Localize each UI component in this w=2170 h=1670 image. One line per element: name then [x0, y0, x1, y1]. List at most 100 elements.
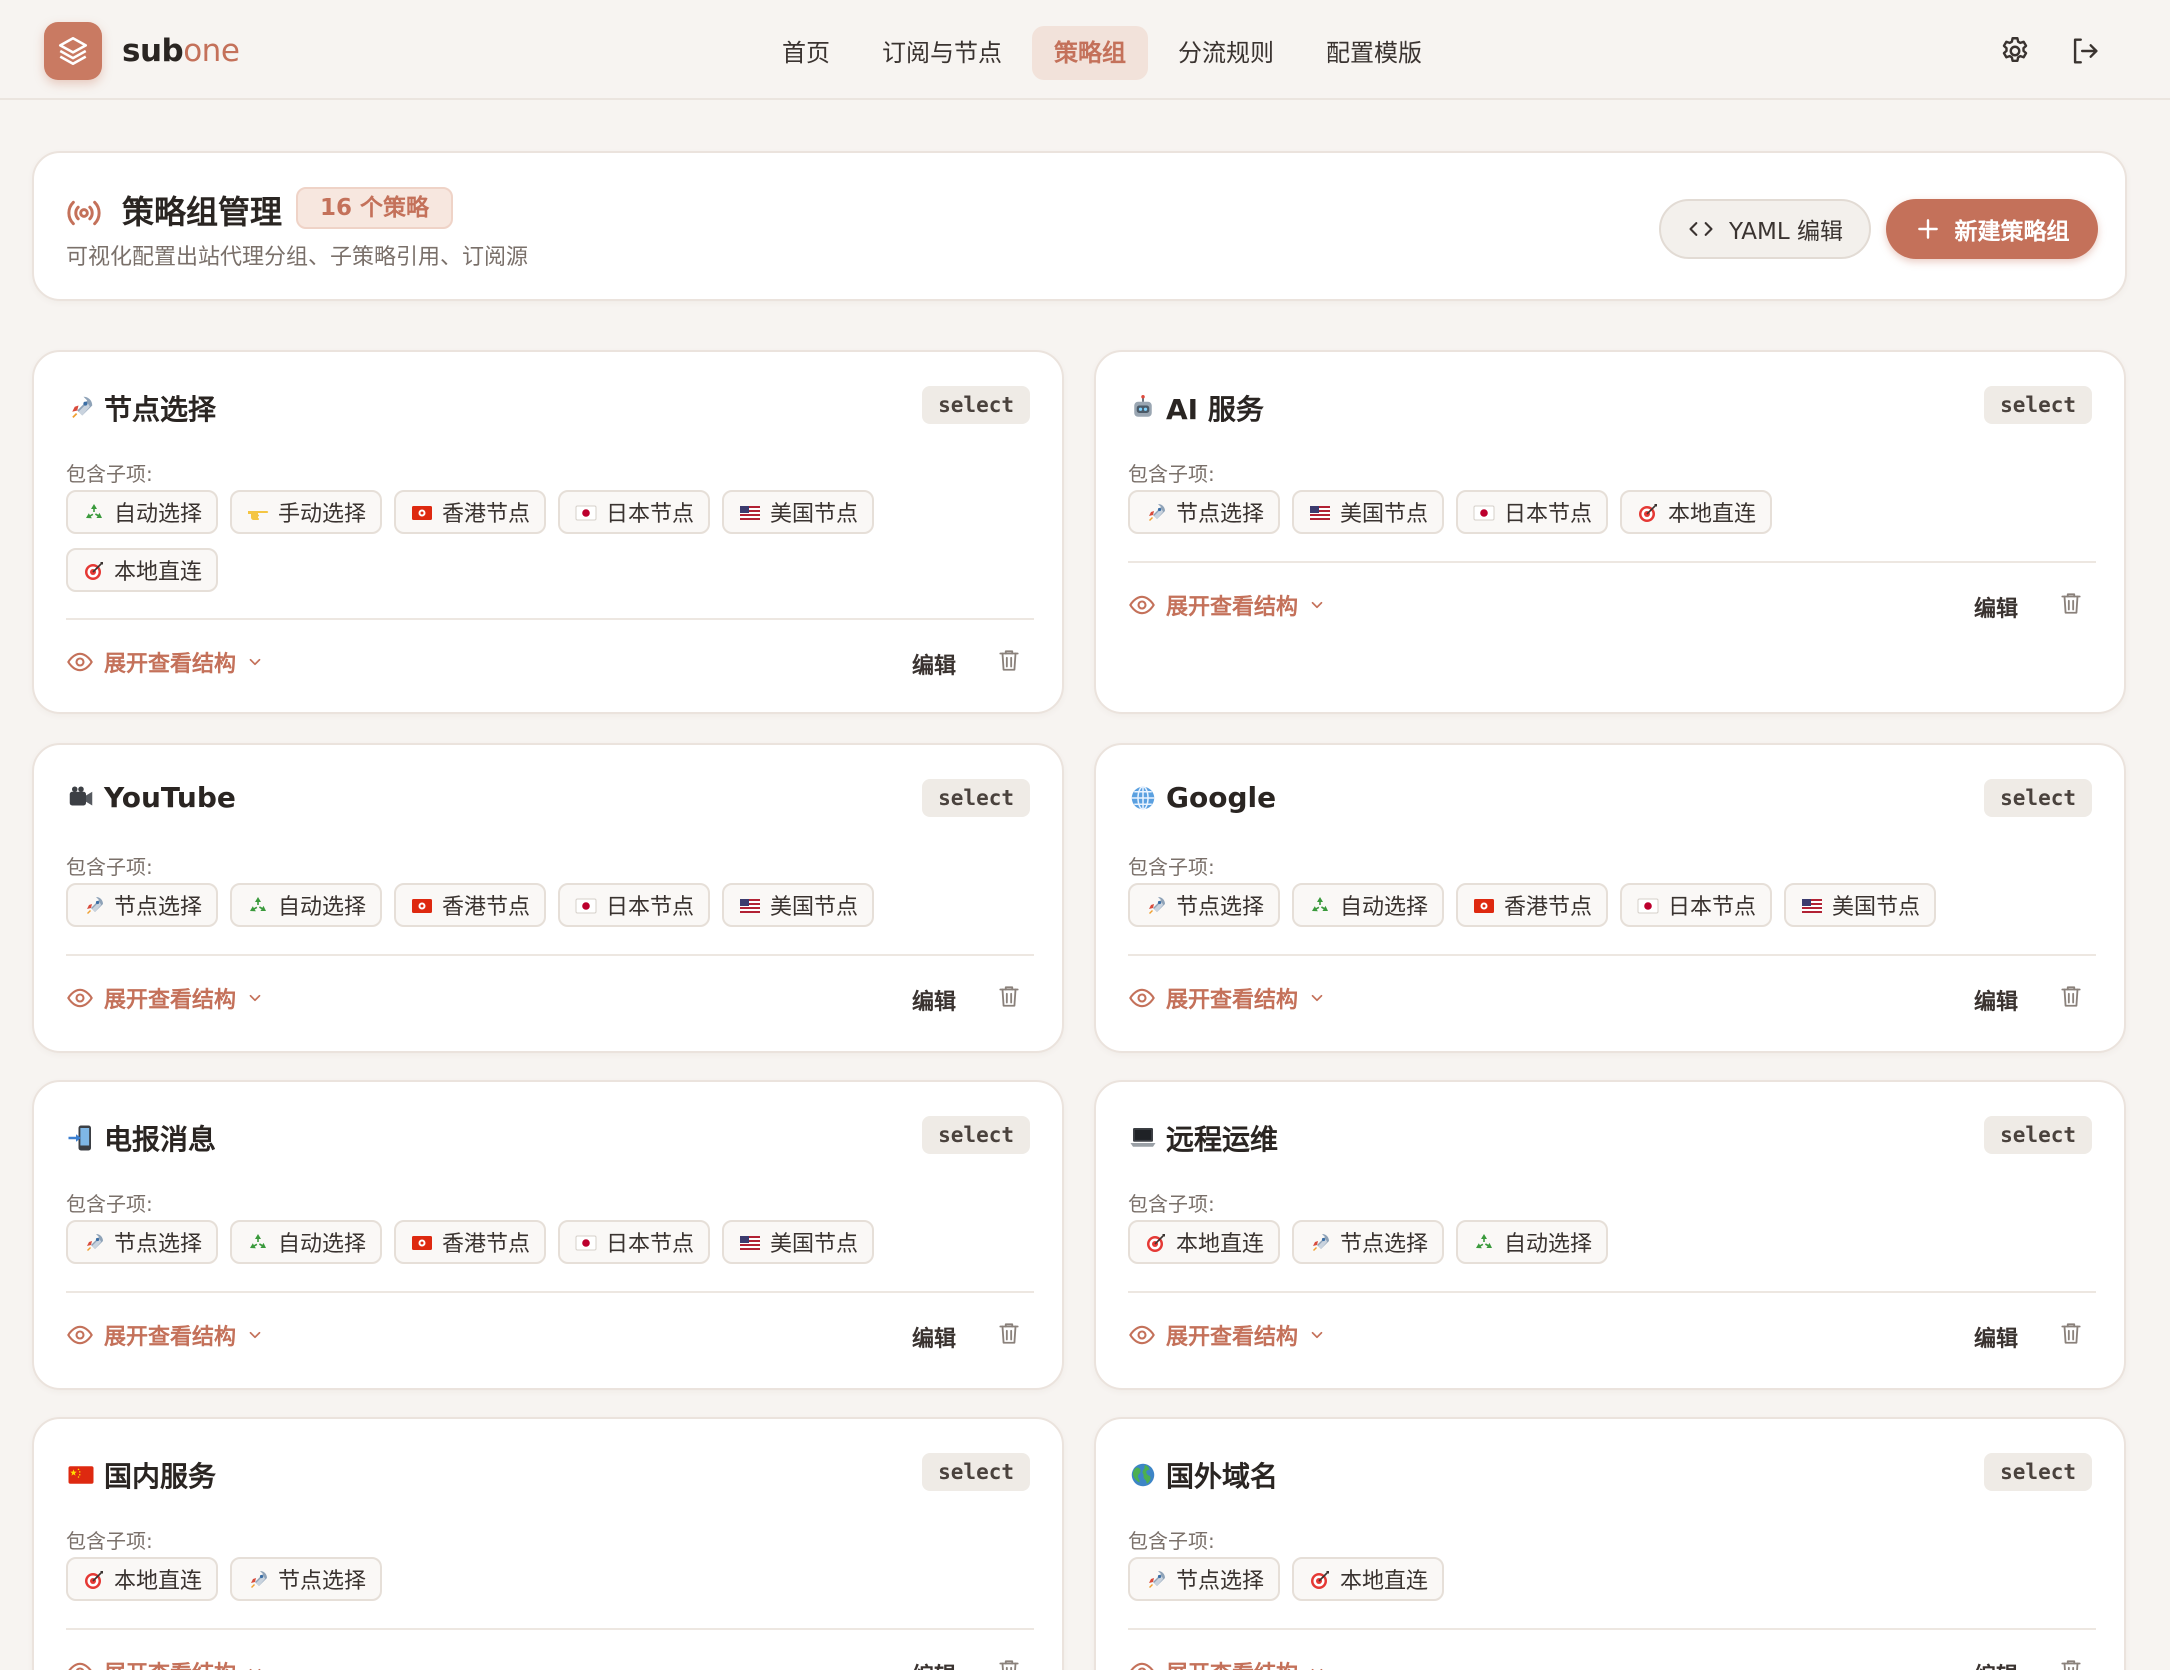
trash-icon[interactable] [2058, 589, 2084, 617]
chip-node-select: 节点选择 [1128, 883, 1280, 927]
expand-label: 展开查看结构 [104, 1656, 236, 1670]
chip-us-nodes: 美国节点 [1292, 490, 1444, 534]
trash-icon[interactable] [996, 1319, 1022, 1347]
group-title: 国内服务 [66, 1455, 216, 1495]
robot-icon [1128, 393, 1158, 423]
plus-icon [1917, 219, 1938, 239]
included-items-label: 包含子项: [66, 855, 153, 879]
hk-flag-icon [410, 1231, 434, 1253]
edit-button[interactable]: 编辑 [1974, 1658, 2018, 1670]
trash-icon[interactable] [996, 1656, 1022, 1670]
page-title: 策略组管理 [122, 193, 283, 231]
tab-config-templates[interactable]: 配置模版 [1304, 26, 1444, 80]
gear-icon[interactable] [1998, 34, 2032, 68]
chip-label: 本地直连 [1340, 1569, 1429, 1594]
rocket-icon [246, 1568, 270, 1590]
tab-subscriptions-nodes[interactable]: 订阅与节点 [860, 26, 1024, 80]
trash-icon[interactable] [2058, 1656, 2084, 1670]
group-title: Google [1128, 781, 1276, 814]
group-name: Google [1166, 781, 1277, 814]
flag-cn-icon [66, 1460, 96, 1490]
policy-header-card: 策略组管理 16 个策略 可视化配置出站代理分组、子策略引用、订阅源 YAML … [32, 151, 2127, 301]
group-name: YouTube [104, 781, 236, 814]
layers-icon [44, 22, 102, 80]
chip-label: 节点选择 [1176, 895, 1265, 920]
trash-icon[interactable] [2058, 982, 2084, 1010]
new-policy-group-button[interactable]: 新建策略组 [1886, 199, 2098, 259]
chevron-down-icon [249, 658, 261, 666]
chip-label: 日本节点 [1668, 895, 1757, 920]
edit-button[interactable]: 编辑 [912, 648, 956, 680]
policy-group-card: YouTube select 包含子项: 节点选择 自动选择 香港节点 日本节点… [32, 743, 1064, 1053]
edit-button[interactable]: 编辑 [912, 1658, 956, 1670]
target-dart-icon [1308, 1568, 1332, 1590]
edit-button[interactable]: 编辑 [912, 1321, 956, 1353]
expand-structure-toggle[interactable]: 展开查看结构 [1128, 982, 1326, 1014]
included-items-list: 节点选择 自动选择 香港节点 日本节点 美国节点 [66, 1220, 1034, 1264]
group-name: 国外域名 [1166, 1460, 1279, 1493]
included-items-list: 本地直连 节点选择 自动选择 [1128, 1220, 2096, 1264]
logout-icon[interactable] [2068, 34, 2102, 68]
chip-label: 自动选择 [114, 502, 203, 527]
included-items-label: 包含子项: [1128, 855, 1215, 879]
group-title: 远程运维 [1128, 1118, 1278, 1158]
rocket-icon [66, 393, 96, 423]
group-type-badge: select [922, 779, 1030, 817]
yaml-edit-button[interactable]: YAML 编辑 [1659, 199, 1871, 259]
expand-structure-toggle[interactable]: 展开查看结构 [1128, 1656, 1326, 1670]
jp-flag-icon [574, 1231, 598, 1253]
group-type-badge: select [1984, 1116, 2092, 1154]
chevron-down-icon [1311, 1668, 1323, 1670]
expand-structure-toggle[interactable]: 展开查看结构 [66, 646, 264, 678]
chip-label: 自动选择 [1504, 1232, 1593, 1257]
expand-structure-toggle[interactable]: 展开查看结构 [66, 1656, 264, 1670]
expand-label: 展开查看结构 [104, 988, 237, 1013]
included-items-label: 包含子项: [1128, 1192, 1215, 1216]
expand-label: 展开查看结构 [104, 1325, 237, 1350]
included-items-list: 节点选择 自动选择 香港节点 日本节点 美国节点 [66, 883, 1034, 927]
target-dart-icon [82, 1568, 106, 1590]
expand-structure-toggle[interactable]: 展开查看结构 [66, 982, 264, 1014]
chip-direct: 本地直连 [1620, 490, 1772, 534]
edit-button[interactable]: 编辑 [1974, 984, 2018, 1016]
card-divider [1128, 954, 2096, 956]
tab-routing-rules[interactable]: 分流规则 [1156, 26, 1296, 80]
chevron-down-icon [1311, 1331, 1323, 1339]
chip-manual-select: 手动选择 [230, 490, 382, 534]
chip-label: 自动选择 [278, 895, 367, 920]
chip-us-nodes: 美国节点 [722, 1220, 874, 1264]
group-title: 节点选择 [66, 388, 216, 428]
chip-label: 节点选择 [1176, 502, 1265, 527]
edit-button[interactable]: 编辑 [912, 984, 956, 1016]
chip-label: 香港节点 [442, 895, 531, 920]
card-divider [66, 618, 1034, 620]
tab-policy-groups[interactable]: 策略组 [1032, 26, 1148, 80]
chip-hk-nodes: 香港节点 [394, 490, 546, 534]
target-dart-icon [1144, 1231, 1168, 1253]
trash-icon[interactable] [996, 646, 1022, 674]
tab-home[interactable]: 首页 [760, 26, 852, 80]
policy-group-card: 远程运维 select 包含子项: 本地直连 节点选择 自动选择 展开查看结构 … [1094, 1080, 2126, 1390]
group-title: 国外域名 [1128, 1455, 1278, 1495]
expand-structure-toggle[interactable]: 展开查看结构 [1128, 589, 1326, 621]
globe-meridians-icon [1128, 783, 1158, 813]
rocket-icon [82, 1231, 106, 1253]
chip-node-select: 节点选择 [66, 883, 218, 927]
chip-label: 节点选择 [1340, 1232, 1429, 1257]
pointing-hand-icon [246, 501, 270, 523]
rocket-icon [1144, 501, 1168, 523]
jp-flag-icon [574, 501, 598, 523]
group-title: 电报消息 [66, 1118, 216, 1158]
eye-icon [67, 988, 93, 1008]
group-name: 远程运维 [1166, 1123, 1279, 1156]
edit-button[interactable]: 编辑 [1974, 591, 2018, 623]
brand[interactable]: subone [44, 22, 240, 80]
edit-button[interactable]: 编辑 [1974, 1321, 2018, 1353]
rocket-icon [1144, 894, 1168, 916]
phone-arrow-icon [66, 1123, 96, 1153]
expand-structure-toggle[interactable]: 展开查看结构 [66, 1319, 264, 1351]
trash-icon[interactable] [996, 982, 1022, 1010]
trash-icon[interactable] [2058, 1319, 2084, 1347]
expand-structure-toggle[interactable]: 展开查看结构 [1128, 1319, 1326, 1351]
expand-label: 展开查看结构 [1166, 595, 1299, 620]
